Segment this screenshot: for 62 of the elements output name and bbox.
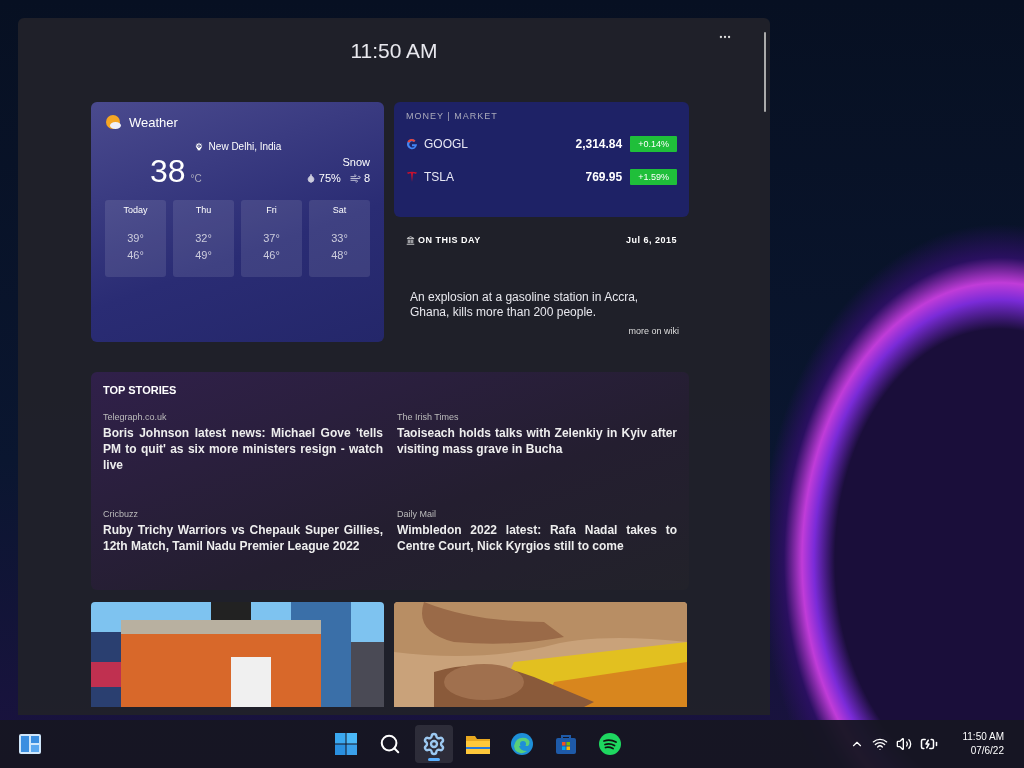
scrollbar-thumb[interactable]	[764, 32, 766, 112]
wiki-link[interactable]: more on wiki	[628, 326, 679, 336]
day-text: Fri	[266, 205, 277, 215]
active-indicator	[428, 758, 441, 761]
location-text: New Delhi, India	[208, 141, 282, 152]
section-title: ON THIS DAY	[418, 235, 481, 245]
news-source: The Irish Times	[397, 412, 460, 422]
news-source: Cricbuzz	[103, 509, 139, 519]
g-logo-icon	[406, 138, 418, 150]
stock-price: 769.95	[585, 170, 623, 184]
event-text: An explosion at a gasoline station in Accra, Ghana, kills more than 200 people.	[410, 290, 640, 320]
low-temp-text: 48°	[331, 248, 348, 263]
market-card[interactable]: MONEY | MARKET GOOGL 2,314.84 +0.14% TSLA 769.95 +1.59%	[394, 102, 689, 217]
high-temp-text: 32°	[195, 231, 212, 246]
high-temp-text: 37°	[263, 231, 280, 246]
low-temp-text: 46°	[127, 248, 144, 263]
humidity-icon	[305, 173, 316, 183]
wifi-icon[interactable]	[872, 736, 889, 752]
high-temp-text: 39°	[127, 231, 144, 246]
windows-logo-icon	[334, 732, 359, 756]
browser-icon	[510, 732, 535, 756]
settings-icon	[422, 732, 447, 756]
news-headline[interactable]: Wimbledon 2022 latest: Rafa Nadal takes to Centre Court, Nick Kyrgios still to come	[397, 522, 677, 554]
date-text: Jul 6, 2015	[625, 235, 677, 245]
wind-icon	[349, 172, 361, 184]
sun-cloud-icon	[105, 114, 122, 131]
news-source: Telegraph.co.uk	[103, 412, 168, 422]
volume-icon[interactable]	[896, 736, 913, 752]
location-pin-icon	[193, 141, 204, 152]
widgets-icon	[18, 733, 42, 755]
day-text: Thu	[195, 205, 212, 215]
low-temp-text: 49°	[195, 248, 212, 263]
market-title: MONEY | MARKET	[406, 111, 499, 121]
stock-symbol: TSLA	[424, 170, 455, 184]
news-headline[interactable]: Boris Johnson latest news: Michael Gove 'tells PM to quit' as six more ministers resign - watch live	[103, 425, 383, 473]
humidity-text: 75%	[318, 172, 341, 184]
day-text: Today	[123, 205, 148, 215]
change-badge: +0.14%	[630, 136, 677, 152]
folder-icon	[465, 733, 492, 755]
store-icon	[555, 733, 578, 755]
clock-text: 11:50 AM	[350, 39, 438, 63]
landmark-icon	[406, 235, 415, 245]
taskbar-app-button[interactable]	[415, 725, 454, 763]
news-source: Daily Mail	[397, 509, 437, 519]
change-badge: +1.59%	[630, 169, 677, 185]
weather-card[interactable]: Weather New Delhi, India 38°C Snow 75% 8 Today 39° 46° Thu 32° 49° Fri 37° 46° Sat 33° 48°	[91, 102, 384, 342]
music-app-icon	[598, 732, 623, 756]
search-icon	[379, 733, 402, 755]
stock-price: 2,314.84	[575, 137, 623, 151]
wind-text: 8	[363, 172, 370, 184]
low-temp-text: 46°	[263, 248, 280, 263]
temperature-text: 38	[150, 153, 186, 189]
card-title: Weather	[129, 115, 178, 130]
day-text: Sat	[332, 205, 347, 215]
stock-symbol: GOOGL	[424, 137, 469, 151]
unit-text: °C	[190, 173, 202, 184]
clock-button[interactable]: 11:50 AM 07/6/22	[956, 729, 1010, 759]
news-headline[interactable]: Taoiseach holds talks with Zelenkiy in Kyiv after visiting mass grave in Bucha	[397, 425, 677, 457]
high-temp-text: 33°	[331, 231, 348, 246]
news-headline[interactable]: Ruby Trichy Warriors vs Chepauk Super Gillies, 12th Match, Tamil Nadu Premier League 2022	[103, 522, 383, 554]
section-title: TOP STORIES	[103, 384, 178, 396]
condition-text: Snow	[342, 156, 370, 168]
